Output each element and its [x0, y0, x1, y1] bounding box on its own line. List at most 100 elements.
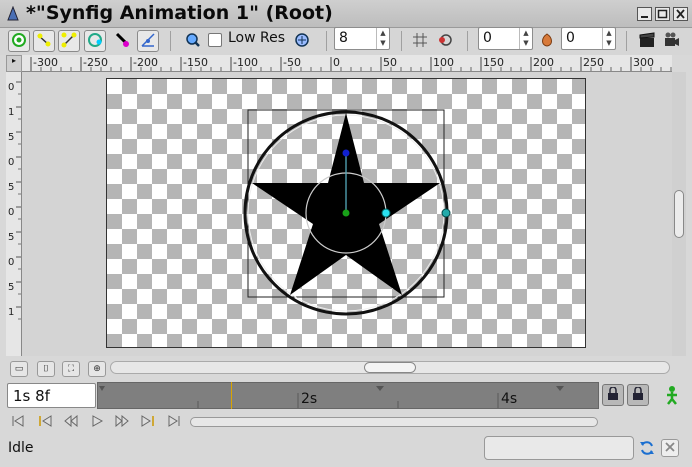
- refresh-icon[interactable]: [639, 440, 655, 459]
- play-icon: [91, 414, 104, 430]
- scale-tool-icon: [61, 32, 77, 51]
- seek-next-icon: [115, 414, 129, 430]
- ruler-label: -100: [233, 56, 258, 69]
- spin-arrows[interactable]: ▲ ▼: [519, 28, 532, 49]
- outer-radius-duck-handle: [441, 208, 451, 218]
- synfig-logo-icon[interactable]: [6, 5, 20, 25]
- seek-end-button[interactable]: [164, 413, 184, 431]
- vertical-scrollbar-thumb[interactable]: [674, 190, 684, 238]
- prev-keyframe-button[interactable]: [35, 413, 55, 431]
- ruler-corner-button[interactable]: ▸: [6, 55, 22, 72]
- title-bar: *"Synfig Animation 1" (Root): [0, 0, 692, 28]
- time-label-4s: 4s: [501, 391, 518, 407]
- future-keyframe-lock-button[interactable]: [627, 384, 649, 406]
- seek-prev-icon: [64, 414, 78, 430]
- angle-duck-handle: [342, 149, 350, 157]
- grid-toggle-button[interactable]: [409, 30, 431, 52]
- minus-icon: ▭: [14, 364, 24, 374]
- toolbar-separator: [401, 31, 402, 51]
- spin-arrows[interactable]: ▲ ▼: [602, 28, 615, 49]
- transform-tool-button[interactable]: [8, 30, 30, 52]
- canvas-work-area[interactable]: [22, 72, 672, 356]
- ruler-label: -150: [183, 56, 208, 69]
- onion-future-value: 0: [566, 30, 575, 46]
- scale-tool-button[interactable]: [58, 30, 80, 52]
- past-keyframe-lock-button[interactable]: [602, 384, 624, 406]
- window-title: *"Synfig Animation 1" (Root): [26, 2, 333, 24]
- movie-camera-icon: [664, 32, 680, 51]
- ruler-label: 50: [383, 56, 397, 69]
- animation-mode-icon[interactable]: [664, 385, 680, 408]
- grid-icon: [412, 32, 428, 51]
- ruler-label: 5: [8, 282, 14, 293]
- render-clapper-button[interactable]: [636, 30, 658, 52]
- ruler-label: 0: [8, 157, 14, 168]
- toolbar-separator: [626, 31, 627, 51]
- rotate-tool-icon: [87, 32, 103, 51]
- maximize-button[interactable]: [655, 7, 670, 21]
- toolbar-separator: [170, 31, 171, 51]
- seek-end-icon: [167, 414, 181, 430]
- minimize-button[interactable]: [637, 7, 652, 21]
- seek-begin-button[interactable]: [8, 413, 28, 431]
- ruler-label: 1: [8, 107, 14, 118]
- ruler-label: 150: [483, 56, 504, 69]
- ruler-label: 5: [8, 232, 14, 243]
- canvas-artwork: [243, 109, 451, 316]
- zoom-100-button[interactable]: ⛶: [62, 361, 80, 377]
- seek-begin-icon: [11, 414, 25, 430]
- zoom-in-button[interactable]: ⊕: [88, 361, 106, 377]
- time-label-2s: 2s: [301, 391, 318, 407]
- clapperboard-icon: [639, 31, 655, 51]
- draw-tool-icon: [140, 32, 156, 51]
- next-keyframe-button[interactable]: [138, 413, 158, 431]
- low-res-checkbox[interactable]: [208, 33, 222, 47]
- zoom-out-button[interactable]: ▭: [10, 361, 28, 377]
- toolbar-separator: [467, 31, 468, 51]
- origin-duck-handle: [342, 209, 350, 217]
- zoom-fit-button[interactable]: ⌷: [37, 361, 55, 377]
- render-button[interactable]: [182, 30, 204, 52]
- rotate-tool-button[interactable]: [84, 30, 106, 52]
- quality-spinner[interactable]: 8 ▲ ▼: [334, 27, 390, 50]
- preview-movie-button[interactable]: [661, 30, 683, 52]
- onion-past-spinner[interactable]: 0 ▲ ▼: [478, 27, 533, 50]
- stop-render-button[interactable]: [661, 439, 679, 457]
- time-slider-ticks: [99, 386, 564, 408]
- lock-icon: [631, 385, 645, 404]
- smooth-move-tool-button[interactable]: [33, 30, 55, 52]
- time-cursor[interactable]: [231, 382, 232, 409]
- seek-prev-frame-button[interactable]: [61, 413, 81, 431]
- onion-future-spinner[interactable]: 0 ▲ ▼: [561, 27, 616, 50]
- spin-arrows[interactable]: ▲ ▼: [376, 28, 389, 49]
- horizontal-ruler-ticks: -300 -250 -200 -150 -100 -50 0 50 100 150 200 250 30…: [30, 56, 672, 71]
- mirror-tool-icon: [114, 32, 130, 51]
- seek-next-frame-button[interactable]: [112, 413, 132, 431]
- ruler-label: -200: [133, 56, 158, 69]
- draw-tool-button[interactable]: [137, 30, 159, 52]
- zoom-extent-icon: ⛶: [67, 364, 75, 374]
- status-progress-box: [484, 436, 634, 460]
- ruler-label: 0: [8, 257, 14, 268]
- keyframe-markers: [99, 386, 564, 391]
- ruler-label: -250: [83, 56, 108, 69]
- ruler-label: 5: [8, 182, 14, 193]
- smooth-move-icon: [36, 32, 52, 51]
- time-slider[interactable]: 2s 4s: [97, 382, 599, 409]
- transform-tool-icon: [11, 32, 27, 51]
- ruler-label: -300: [33, 56, 58, 69]
- onion-skin-icon: [539, 32, 555, 51]
- onion-skin-button[interactable]: [434, 30, 456, 52]
- vertical-ruler: 0 1 5 0 5 0 5 0 5 1: [6, 72, 22, 356]
- close-button[interactable]: [673, 7, 688, 21]
- plus-icon: ⊕: [93, 364, 101, 374]
- preview-button[interactable]: [291, 30, 313, 52]
- current-time-field[interactable]: 1s 8f: [7, 383, 96, 408]
- inner-radius-duck-handle: [381, 208, 391, 218]
- lock-icon: [606, 385, 620, 404]
- horizontal-scrollbar-thumb[interactable]: [364, 362, 416, 373]
- ruler-label: 0: [333, 56, 340, 69]
- quality-value: 8: [339, 30, 348, 46]
- mirror-tool-button[interactable]: [111, 30, 133, 52]
- play-button[interactable]: [87, 413, 107, 431]
